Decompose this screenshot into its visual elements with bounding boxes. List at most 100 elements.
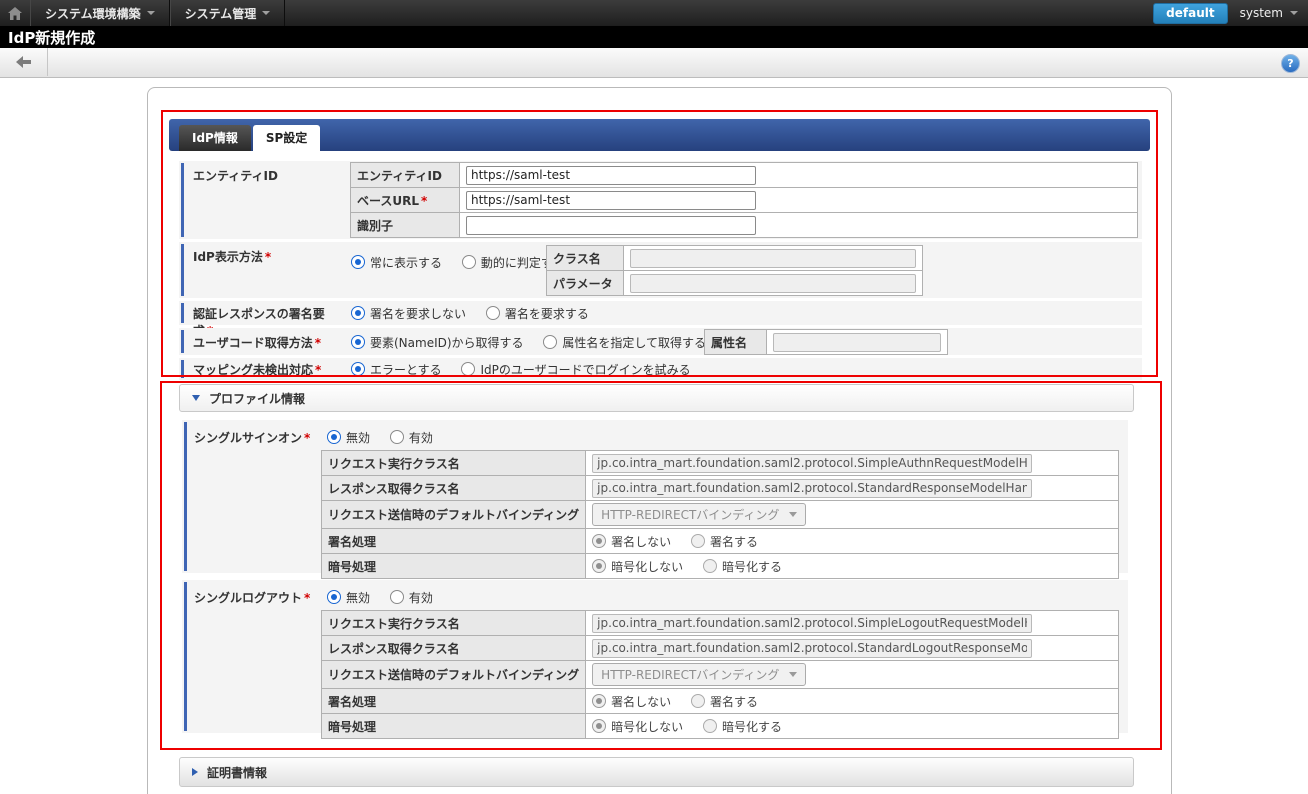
radio-sso-encrypt[interactable] <box>703 559 717 573</box>
accordion-title: プロファイル情報 <box>209 390 305 407</box>
menu-system-admin[interactable]: システム管理 <box>170 0 286 26</box>
radio-label: 常に表示する <box>370 256 442 270</box>
help-icon[interactable]: ? <box>1281 54 1300 73</box>
required-mark: * <box>315 363 321 377</box>
tab-sp-settings[interactable]: SP設定 <box>253 125 320 151</box>
field-label: レスポンス取得クラス名 <box>328 642 460 656</box>
table-row: 属性名 <box>705 330 948 355</box>
class-name-input[interactable] <box>630 249 916 268</box>
table-row: リクエスト送信時のデフォルトバインディング HTTP-REDIRECTバインディ… <box>322 501 1119 529</box>
identifier-input[interactable] <box>466 216 756 235</box>
back-button[interactable] <box>0 48 48 76</box>
field-label: リクエスト実行クラス名 <box>328 457 460 471</box>
radio-label: 有効 <box>409 591 433 605</box>
required-mark: * <box>421 194 427 208</box>
radio-sso-no-encrypt[interactable] <box>592 559 606 573</box>
entity-id-input[interactable] <box>466 166 756 185</box>
radio-from-nameid[interactable] <box>351 335 365 349</box>
home-icon[interactable] <box>0 0 30 26</box>
form-row-entity-id: エンティティID エンティティID ベースURL* 識別子 <box>179 161 1142 239</box>
select-value: HTTP-REDIRECTバインディング <box>601 506 779 523</box>
radio-from-attribute[interactable] <box>543 335 557 349</box>
radio-no-signature-request[interactable] <box>351 306 365 320</box>
select-value: HTTP-REDIRECTバインディング <box>601 666 779 683</box>
attribute-name-table: 属性名 <box>704 329 948 355</box>
radio-slo-encrypt[interactable] <box>703 719 717 733</box>
field-label: 暗号処理 <box>328 720 376 734</box>
row-label: ユーザコード取得方法* <box>179 328 336 355</box>
radio-dynamic-judge[interactable] <box>462 255 476 269</box>
slo-response-class-input[interactable] <box>592 639 1032 658</box>
radio-label: 要素(NameID)から取得する <box>370 336 524 350</box>
radio-slo-enabled[interactable] <box>390 590 404 604</box>
radio-error[interactable] <box>351 362 365 376</box>
required-mark: * <box>315 336 321 350</box>
sso-binding-select[interactable]: HTTP-REDIRECTバインディング <box>592 503 806 526</box>
radio-label: 署名しない <box>611 695 671 709</box>
menu-system-environment[interactable]: システム環境構築 <box>30 0 170 26</box>
base-url-input[interactable] <box>466 191 756 210</box>
toolbar: ? <box>0 48 1308 78</box>
radio-signature-request[interactable] <box>486 306 500 320</box>
radio-slo-no-sign[interactable] <box>592 694 606 708</box>
accordion-certificate-header[interactable]: 証明書情報 <box>179 757 1134 787</box>
radio-label: 暗号化しない <box>611 560 683 574</box>
form-row-mapping: マッピング未検出対応* エラーとする IdPのユーザコードでログインを試みる <box>179 358 1142 380</box>
radio-label: 無効 <box>346 591 370 605</box>
radio-slo-sign[interactable] <box>691 694 705 708</box>
user-menu[interactable]: system <box>1240 6 1298 20</box>
entity-table: エンティティID ベースURL* 識別子 <box>350 162 1138 238</box>
table-row: 署名処理 署名しない 署名する <box>322 689 1119 714</box>
table-row: リクエスト送信時のデフォルトバインディング HTTP-REDIRECTバインディ… <box>322 661 1119 689</box>
accent-bar <box>181 360 184 378</box>
accordion-profile-header[interactable]: プロファイル情報 <box>179 384 1134 412</box>
slo-request-class-input[interactable] <box>592 614 1032 633</box>
radio-slo-no-encrypt[interactable] <box>592 719 606 733</box>
accent-bar <box>181 330 184 353</box>
radio-sso-sign[interactable] <box>691 534 705 548</box>
accent-bar <box>181 244 184 296</box>
tab-idp-info[interactable]: IdP情報 <box>179 125 251 151</box>
sso-request-class-input[interactable] <box>592 454 1032 473</box>
table-row: 暗号処理 暗号化しない 暗号化する <box>322 714 1119 739</box>
radio-label: 属性名を指定して取得する <box>562 336 706 350</box>
arrow-left-icon <box>16 56 32 68</box>
field-label: 署名処理 <box>328 535 376 549</box>
page-title: IdP新規作成 <box>8 27 95 48</box>
form-row-idp-display: IdP表示方法* 常に表示する 動的に判定する クラス名 パラメータ <box>179 242 1142 298</box>
radio-label: 署名しない <box>611 535 671 549</box>
radio-always-display[interactable] <box>351 255 365 269</box>
form-row-response-signature: 認証レスポンスの署名要求* 署名を要求しない 署名を要求する <box>179 301 1142 325</box>
row-label: エンティティID <box>179 161 336 239</box>
navbar-right: default system <box>1153 3 1308 24</box>
accent-bar <box>181 303 184 323</box>
row-label: シングルサインオン* <box>182 420 317 573</box>
radio-sso-no-sign[interactable] <box>592 534 606 548</box>
required-mark: * <box>304 431 310 445</box>
row-label: シングルログアウト* <box>182 580 317 733</box>
field-label: パラメータ <box>553 277 613 291</box>
sso-response-class-input[interactable] <box>592 479 1032 498</box>
radio-label: 署名を要求しない <box>370 307 466 321</box>
workspace-default-button[interactable]: default <box>1153 3 1227 24</box>
chevron-down-icon <box>1290 11 1298 15</box>
accordion-title: 証明書情報 <box>207 764 267 781</box>
radio-try-idp-usercode[interactable] <box>461 362 475 376</box>
field-label: 署名処理 <box>328 695 376 709</box>
field-label: クラス名 <box>553 252 601 266</box>
radio-label: エラーとする <box>370 363 442 377</box>
table-row: 署名処理 署名しない 署名する <box>322 529 1119 554</box>
radio-sso-disabled[interactable] <box>327 430 341 444</box>
sso-table: リクエスト実行クラス名 レスポンス取得クラス名 リクエスト送信時のデフォルトバイ… <box>321 450 1119 579</box>
table-row: エンティティID <box>351 163 1138 188</box>
slo-binding-select[interactable]: HTTP-REDIRECTバインディング <box>592 663 806 686</box>
triangle-right-icon <box>192 768 198 776</box>
attribute-name-input[interactable] <box>773 333 941 352</box>
accent-bar <box>181 163 184 237</box>
radio-label: 暗号化しない <box>611 720 683 734</box>
display-class-table: クラス名 パラメータ <box>546 245 923 296</box>
table-row: リクエスト実行クラス名 <box>322 611 1119 636</box>
radio-sso-enabled[interactable] <box>390 430 404 444</box>
radio-slo-disabled[interactable] <box>327 590 341 604</box>
parameter-input[interactable] <box>630 274 916 293</box>
